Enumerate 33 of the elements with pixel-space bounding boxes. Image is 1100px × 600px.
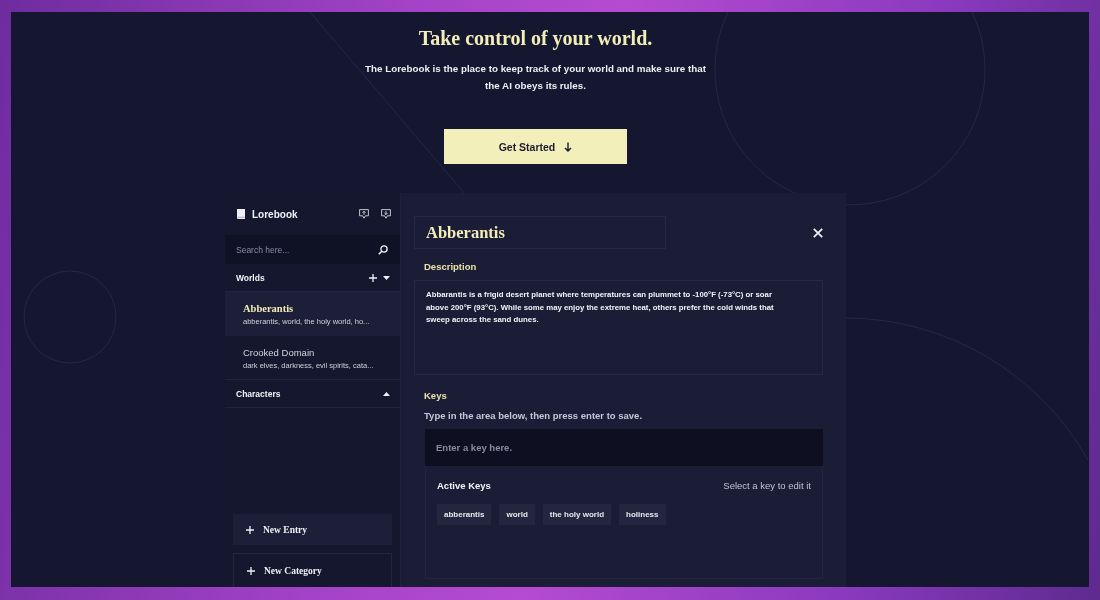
key-tag[interactable]: world	[499, 504, 535, 525]
caret-down-icon[interactable]	[383, 275, 390, 280]
keys-hint: Type in the area below, then press enter to save.	[424, 410, 643, 422]
title-field[interactable]: Abberantis	[414, 216, 666, 249]
key-tag[interactable]: the holy world	[542, 504, 612, 525]
hero-title: Take control of your world.	[418, 26, 653, 50]
category-label[interactable]: Characters	[236, 388, 281, 399]
book-icon	[237, 209, 245, 219]
active-keys-hint: Select a key to edit it	[723, 480, 811, 492]
download-icon[interactable]	[381, 209, 391, 219]
plus-icon[interactable]	[369, 273, 377, 282]
caret-up-icon[interactable]	[383, 391, 390, 396]
search-field[interactable]: Search here...	[225, 235, 400, 264]
upload-icon[interactable]	[359, 209, 369, 219]
new-entry-button[interactable]: New Entry	[233, 514, 392, 545]
key-tag[interactable]: abberantis	[437, 504, 492, 525]
key-tag[interactable]: holiness	[619, 504, 666, 525]
hero-subtitle: The Lorebook is the place to keep track of your world and make sure that the AI obeys its rules.	[364, 62, 707, 93]
active-keys-label: Active Keys	[437, 480, 491, 492]
get-started-button[interactable]: Get Started	[444, 129, 627, 164]
description-label: Description	[424, 261, 477, 273]
entry-title: Crooked Domain	[243, 346, 316, 358]
sidebar-title: Lorebook	[252, 208, 298, 220]
keys-label: Keys	[424, 390, 447, 402]
key-input[interactable]: Enter a key here.	[425, 429, 823, 466]
plus-icon	[247, 566, 255, 575]
new-category-button[interactable]: New Category	[233, 553, 392, 587]
close-icon[interactable]	[813, 227, 823, 238]
arrow-down-icon	[564, 141, 573, 152]
entry-title: Abberantis	[243, 302, 295, 314]
category-label[interactable]: Worlds	[236, 272, 265, 283]
plus-icon	[246, 525, 254, 534]
search-icon[interactable]	[378, 244, 388, 255]
